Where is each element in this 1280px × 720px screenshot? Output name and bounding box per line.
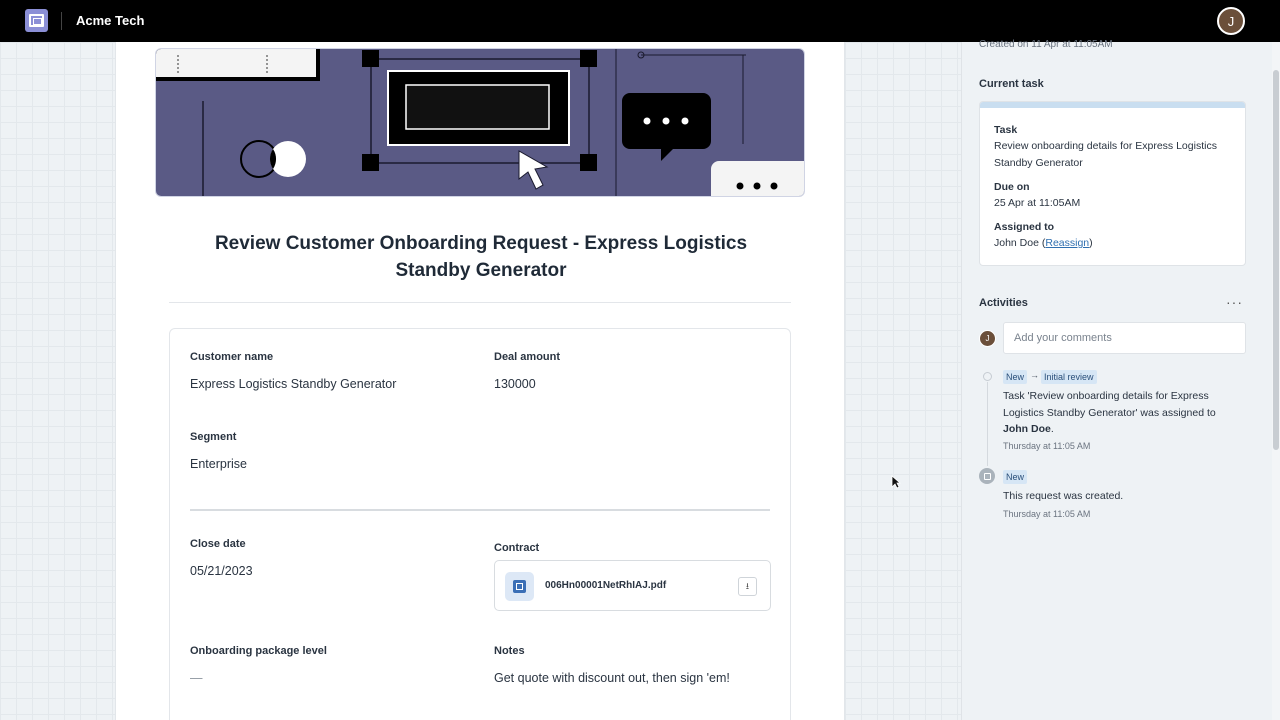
current-task-heading: Current task: [979, 78, 1044, 90]
activities-heading: Activities: [979, 297, 1028, 309]
page-title: Review Customer Onboarding Request - Exp…: [214, 233, 748, 281]
status-badge-from: New: [1003, 370, 1028, 384]
download-icon[interactable]: ⭳: [738, 577, 757, 596]
contract-label: Contract: [494, 542, 540, 554]
segment-value: Enterprise: [190, 457, 247, 471]
scrollbar-thumb[interactable]: [1273, 70, 1279, 450]
task-value: Review onboarding details for Express Lo…: [994, 140, 1217, 169]
request-detail-panel: Review Customer Onboarding Request - Exp…: [115, 42, 845, 720]
background-middle: [845, 42, 961, 720]
customer-name-label: Customer name: [190, 351, 274, 363]
customer-name-value: Express Logistics Standby Generator: [190, 377, 397, 391]
reassign-link[interactable]: Reassign: [1045, 237, 1089, 249]
created-date: Created on 11 Apr at 11:05AM: [979, 39, 1113, 50]
activity-timestamp-created: Thursday at 11:05 AM: [1003, 509, 1091, 519]
background-left: [0, 42, 115, 720]
due-on-value: 25 Apr at 11:05AM: [994, 197, 1081, 209]
activity-text-created: This request was created.: [1003, 490, 1124, 502]
timeline-dot: [983, 372, 992, 381]
app-logo-icon[interactable]: [25, 9, 48, 32]
close-date-value: 05/21/2023: [190, 564, 253, 578]
activity-text: Task 'Review onboarding details for Expr…: [1003, 388, 1243, 438]
close-date-label: Close date: [190, 538, 246, 550]
activity-text-main: Task 'Review onboarding details for Expr…: [1003, 390, 1216, 419]
status-badge-new: New: [1003, 470, 1028, 484]
timeline-line: [987, 382, 988, 466]
document-icon: [505, 572, 534, 601]
notes-value: Get quote with discount out, then sign '…: [494, 671, 730, 685]
commenter-avatar: J: [979, 330, 996, 347]
nav-divider: [61, 12, 62, 30]
request-fields-card: Customer name Express Logistics Standby …: [169, 328, 791, 720]
contract-file-attachment[interactable]: 006Hn00001NetRhIAJ.pdf ⭳: [494, 560, 771, 611]
arrow-right-icon: →: [1030, 370, 1039, 380]
activity-timestamp: Thursday at 11:05 AM: [1003, 441, 1091, 451]
assigned-to-label: Assigned to: [994, 221, 1055, 233]
mouse-cursor-icon: [891, 475, 902, 494]
assignee-name: John Doe: [994, 237, 1039, 249]
activity-assignee: John Doe: [1003, 423, 1051, 435]
task-label: Task: [994, 124, 1018, 136]
title-divider: [169, 302, 791, 303]
comment-input[interactable]: [1003, 322, 1246, 354]
current-task-card: Task Review onboarding details for Expre…: [979, 101, 1246, 266]
fields-divider: [190, 509, 770, 511]
assigned-to-value: John Doe (Reassign): [994, 237, 1093, 249]
notes-label: Notes: [494, 645, 525, 657]
activity-text-end: .: [1050, 423, 1054, 435]
user-avatar[interactable]: J: [1217, 7, 1245, 35]
brand-name[interactable]: Acme Tech: [76, 13, 144, 28]
task-card-accent: [980, 102, 1245, 108]
deal-amount-value: 130000: [494, 377, 536, 391]
contract-file-name[interactable]: 006Hn00001NetRhIAJ.pdf: [545, 580, 666, 591]
due-on-label: Due on: [994, 181, 1030, 193]
right-sidebar: Created on 11 Apr at 11:05AM Current tas…: [961, 39, 1272, 720]
more-options-icon[interactable]: ···: [1226, 294, 1243, 310]
onboarding-package-value: —: [190, 671, 203, 685]
status-badge-to: Initial review: [1041, 370, 1097, 384]
hero-illustration: [155, 48, 805, 197]
deal-amount-label: Deal amount: [494, 351, 561, 363]
onboarding-package-label: Onboarding package level: [190, 645, 327, 657]
top-nav-bar: Acme Tech J: [0, 0, 1280, 42]
segment-label: Segment: [190, 431, 237, 443]
request-created-icon: [979, 468, 995, 484]
